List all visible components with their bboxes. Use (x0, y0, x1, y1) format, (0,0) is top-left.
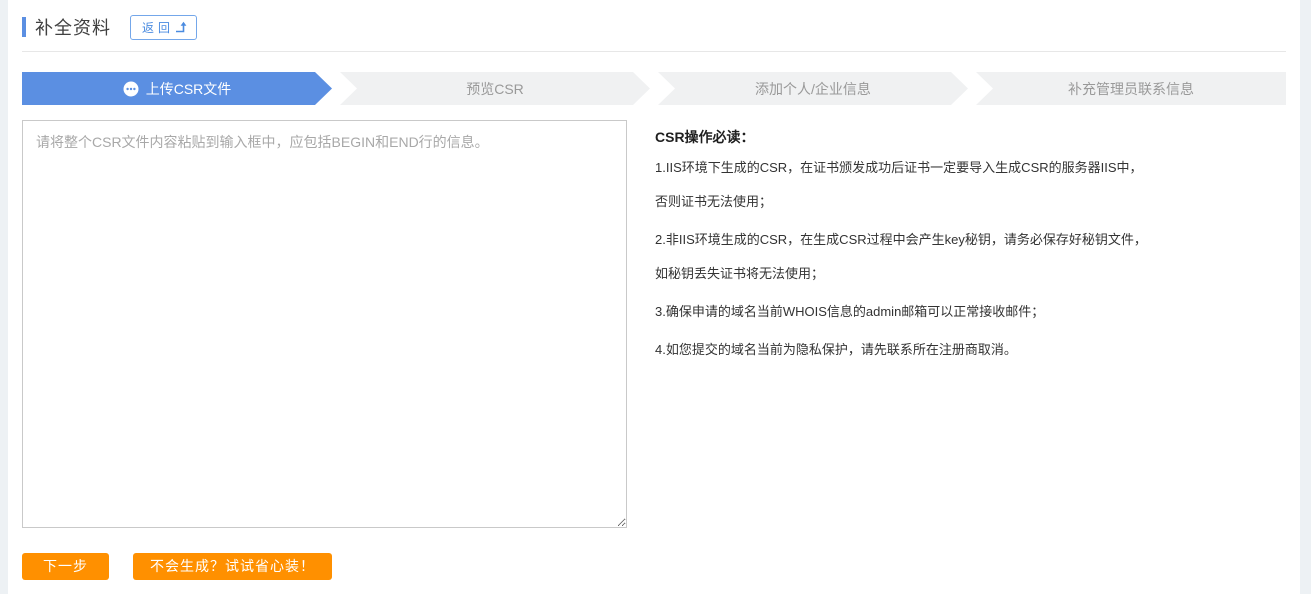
step-preview-csr: 预览CSR (340, 72, 650, 105)
step-label: 预览CSR (466, 79, 524, 99)
return-arrow-icon (174, 21, 188, 33)
page-card: 补全资料 返回 上传CSR文件 (8, 0, 1300, 594)
wizard-stepper: 上传CSR文件 预览CSR 添加个人/企业信息 补充管理员联系信息 (22, 72, 1286, 105)
step-label: 添加个人/企业信息 (755, 79, 871, 99)
step-admin-contact-info: 补充管理员联系信息 (976, 72, 1286, 105)
back-button[interactable]: 返回 (130, 15, 197, 40)
step-label: 上传CSR文件 (146, 79, 232, 99)
main-content: CSR操作必读： 1.IIS环境下生成的CSR，在证书颁发成功后证书一定要导入生… (22, 120, 1286, 528)
dots-bubble-icon (123, 81, 139, 97)
step-upload-csr: 上传CSR文件 (22, 72, 332, 105)
easy-install-helper-button[interactable]: 不会生成？试试省心装！ (133, 553, 332, 580)
notice-item-3: 3.确保申请的域名当前WHOIS信息的admin邮箱可以正常接收邮件； (655, 295, 1155, 329)
title-accent-bar (22, 17, 26, 37)
footer-actions: 下一步 不会生成？试试省心装！ (22, 553, 1286, 580)
back-button-label: 返回 (142, 19, 174, 36)
csr-notice-panel: CSR操作必读： 1.IIS环境下生成的CSR，在证书颁发成功后证书一定要导入生… (655, 120, 1155, 528)
page-title: 补全资料 (35, 14, 111, 40)
notice-item-4: 4.如您提交的域名当前为隐私保护，请先联系所在注册商取消。 (655, 333, 1155, 367)
header-divider (22, 51, 1286, 52)
notice-title: CSR操作必读： (655, 127, 1155, 147)
step-label: 补充管理员联系信息 (1068, 79, 1194, 99)
page-header: 补全资料 返回 (22, 15, 1286, 39)
notice-item-1: 1.IIS环境下生成的CSR，在证书颁发成功后证书一定要导入生成CSR的服务器I… (655, 151, 1155, 219)
csr-input-textarea[interactable] (22, 120, 627, 528)
step-personal-company-info: 添加个人/企业信息 (658, 72, 968, 105)
notice-item-2: 2.非IIS环境生成的CSR，在生成CSR过程中会产生key秘钥，请务必保存好秘… (655, 223, 1155, 291)
next-step-button[interactable]: 下一步 (22, 553, 109, 580)
